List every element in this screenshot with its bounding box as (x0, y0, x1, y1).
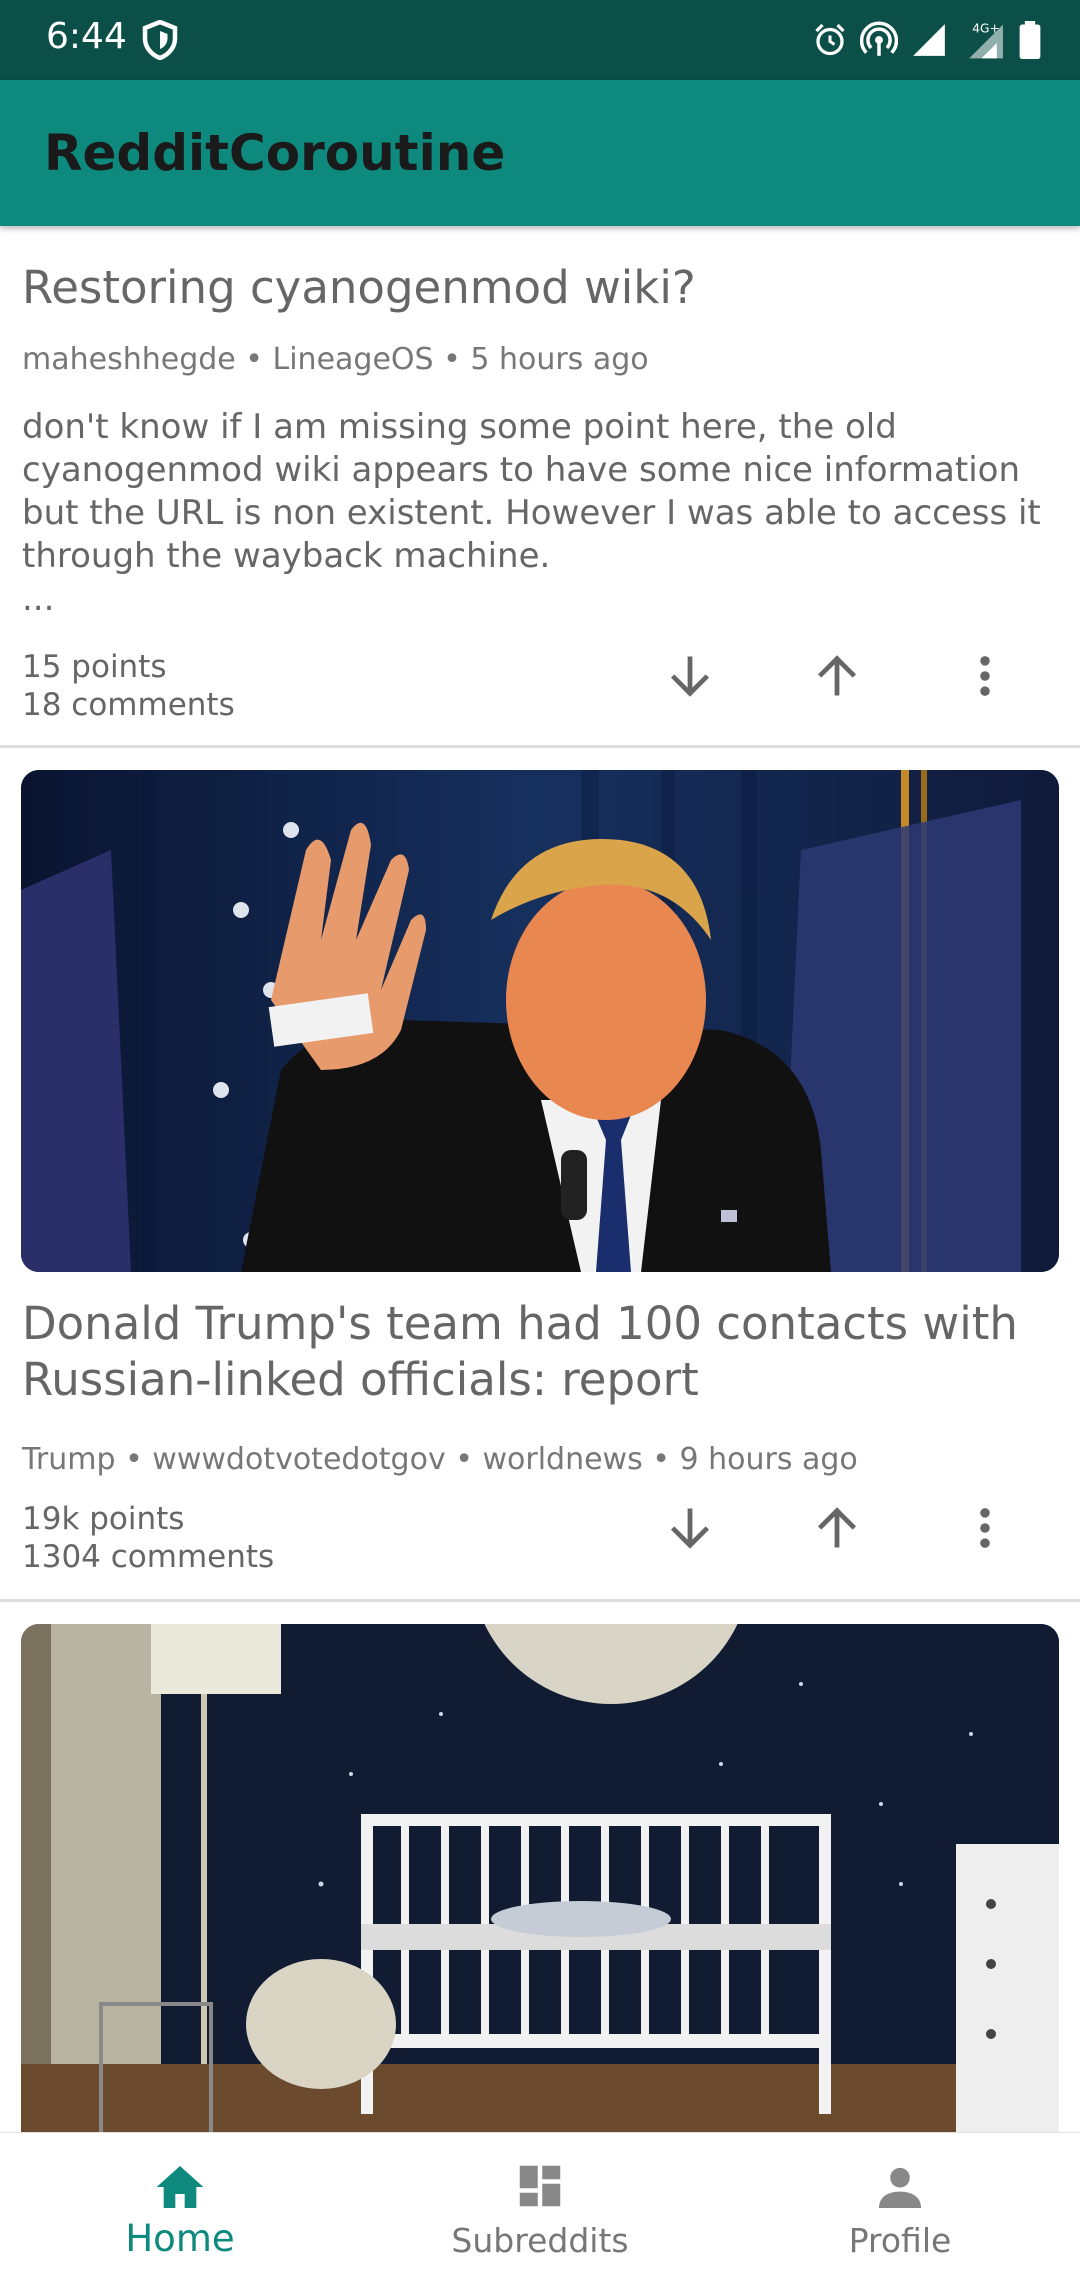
post-card[interactable]: Restoring cyanogenmod wiki? maheshhegde … (0, 226, 1080, 748)
post-card[interactable] (0, 1624, 1080, 2132)
post-card[interactable]: Donald Trump's team had 100 contacts wit… (0, 770, 1080, 1624)
post-meta: maheshhegde • LineageOS • 5 hours ago (22, 342, 649, 377)
divider (0, 745, 1080, 748)
more-options-button[interactable] (945, 1488, 1025, 1568)
post-stats: 19k points 1304 comments (22, 1500, 274, 1576)
signal-icon (913, 24, 945, 56)
divider (0, 1599, 1080, 1602)
arrow-up-icon (817, 655, 857, 696)
post-feed[interactable]: Restoring cyanogenmod wiki? maheshhegde … (0, 226, 1080, 2132)
more-options-button[interactable] (945, 636, 1025, 716)
status-icons: 4G+ (812, 18, 1042, 62)
nav-subreddits[interactable]: Subreddits (360, 2133, 720, 2281)
app-title: RedditCoroutine (44, 124, 506, 182)
hotspot-icon (860, 21, 898, 56)
signal-4g-icon: 4G+ (969, 21, 1003, 59)
upvote-button[interactable] (797, 636, 877, 716)
nav-profile[interactable]: Profile (720, 2133, 1080, 2281)
post-image-graphic (21, 1624, 1059, 2132)
post-points: 15 points (22, 649, 167, 685)
downvote-button[interactable] (650, 1488, 730, 1568)
nav-subreddits-label: Subreddits (451, 2221, 629, 2260)
app-bar: RedditCoroutine (0, 80, 1080, 226)
upvote-button[interactable] (797, 1488, 877, 1568)
post-comments: 1304 comments (22, 1539, 275, 1575)
arrow-up-icon (817, 1507, 857, 1548)
bottom-navigation: Home Subreddits Profile (0, 2132, 1080, 2281)
downvote-button[interactable] (650, 636, 730, 716)
dashboard-icon (519, 2165, 561, 2207)
shield-icon (142, 20, 178, 60)
alarm-icon (815, 23, 845, 56)
post-title[interactable]: Restoring cyanogenmod wiki? (22, 260, 1042, 316)
more-vert-icon (980, 656, 990, 696)
post-body: don't know if I am missing some point he… (22, 406, 1062, 621)
arrow-down-icon (670, 1508, 710, 1549)
nav-profile-label: Profile (848, 2221, 952, 2260)
post-title[interactable]: Donald Trump's team had 100 contacts wit… (22, 1296, 1042, 1408)
post-comments: 18 comments (22, 687, 235, 723)
post-image[interactable] (21, 1624, 1059, 2132)
post-image[interactable] (21, 770, 1059, 1272)
more-vert-icon (980, 1508, 990, 1548)
arrow-down-icon (670, 656, 710, 697)
post-stats: 15 points 18 comments (22, 648, 235, 724)
post-body-text: don't know if I am missing some point he… (22, 407, 1041, 576)
post-meta: Trump • wwwdotvotedotgov • worldnews • 9… (22, 1442, 858, 1477)
network-label: 4G+ (972, 21, 1000, 35)
person-icon (879, 2167, 921, 2208)
home-icon (156, 2166, 204, 2208)
post-body-ellipsis: ... (22, 579, 55, 619)
post-image-graphic (21, 770, 1059, 1272)
status-time: 6:44 (46, 16, 127, 57)
battery-icon (1019, 21, 1041, 59)
nav-home[interactable]: Home (0, 2133, 360, 2281)
status-bar: 6:44 4G+ (0, 0, 1080, 80)
nav-home-label: Home (125, 2217, 235, 2260)
post-points: 19k points (22, 1501, 185, 1537)
